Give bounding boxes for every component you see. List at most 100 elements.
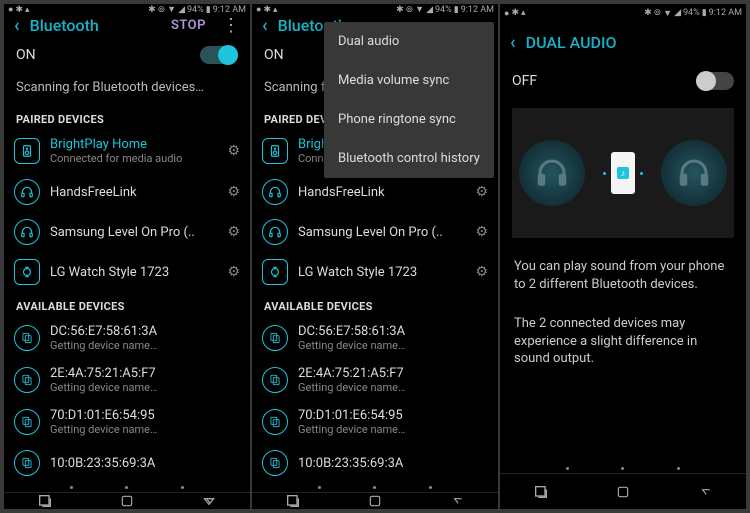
dual-audio-illustration: ♪	[512, 108, 734, 238]
device-name: 10:0B:23:35:69:3A	[50, 456, 240, 471]
nav-bar	[252, 492, 498, 509]
toggle-switch[interactable]	[696, 72, 734, 90]
page-indicator	[500, 464, 746, 473]
screen-dual-audio: ●✱▴ ✱⊚▼◢ 94%▮ 9:12 AM ‹ DUAL AUDIO OFF ♪…	[500, 4, 746, 509]
device-sub: Getting device name…	[50, 339, 240, 352]
available-device[interactable]: 70:D1:01:E6:54:95 Getting device name…	[4, 401, 250, 443]
header: ‹ DUAL AUDIO	[500, 22, 746, 62]
gear-icon[interactable]: ⚙	[227, 224, 240, 240]
status-bar: ●✱▴ ✱⊚▼◢ 94%▮ 9:12 AM	[500, 4, 746, 22]
back-button[interactable]	[416, 493, 498, 509]
page-indicator	[4, 483, 250, 492]
device-name: LG Watch Style 1723	[50, 265, 217, 280]
status-bar: ●✱▴ ✱⊚▼◢ 94%▮ 9:12 AM	[252, 4, 498, 15]
screen-bluetooth-menu: ●✱▴ ✱⊚▼◢ 94%▮ 9:12 AM ‹ Bluetooth ON Sca…	[252, 4, 498, 509]
page-title: DUAL AUDIO	[526, 33, 736, 52]
phone-icon: ♪	[611, 152, 635, 194]
device-icon	[14, 450, 40, 476]
recents-button[interactable]	[4, 493, 86, 509]
available-device[interactable]: 70:D1:01:E6:54:95 Getting device name…	[252, 401, 498, 443]
speaker-icon	[14, 138, 40, 164]
gear-icon[interactable]: ⚙	[475, 184, 488, 200]
back-button[interactable]	[168, 493, 250, 509]
page-indicator	[252, 483, 498, 492]
available-device[interactable]: 10:0B:23:35:69:3A	[252, 443, 498, 483]
device-icon	[14, 325, 40, 351]
back-button[interactable]	[664, 474, 746, 509]
headphone-icon	[519, 140, 585, 206]
home-button[interactable]	[582, 474, 664, 509]
available-device[interactable]: 2E:4A:75:21:A5:F7 Getting device name…	[4, 359, 250, 401]
nav-bar	[500, 473, 746, 509]
status-right: ✱⊚▼◢ 94%▮ 9:12 AM	[148, 4, 246, 15]
device-icon	[262, 450, 288, 476]
device-icon	[262, 325, 288, 351]
paired-device[interactable]: LG Watch Style 1723 ⚙	[4, 252, 250, 292]
menu-item-media-volume-sync[interactable]: Media volume sync	[324, 61, 494, 100]
page-title: Bluetooth	[30, 16, 161, 35]
more-icon[interactable]: ⋮	[216, 15, 240, 36]
gear-icon[interactable]: ⚙	[475, 264, 488, 280]
device-name: 2E:4A:75:21:A5:F7	[50, 366, 240, 381]
watch-icon	[14, 259, 40, 285]
gear-icon[interactable]: ⚙	[227, 143, 240, 159]
device-icon	[262, 367, 288, 393]
status-time: 9:12 AM	[213, 5, 246, 15]
headphone-icon	[661, 140, 727, 206]
available-device[interactable]: DC:56:E7:58:61:3A Getting device name…	[4, 317, 250, 359]
home-button[interactable]	[334, 493, 416, 509]
device-name: Samsung Level On Pro (..	[50, 225, 217, 240]
available-device[interactable]: 10:0B:23:35:69:3A	[4, 443, 250, 483]
gear-icon[interactable]: ⚙	[475, 224, 488, 240]
headset-icon	[14, 219, 40, 245]
recents-button[interactable]	[500, 474, 582, 509]
nav-bar	[4, 492, 250, 509]
bluetooth-toggle-row[interactable]: ON	[4, 36, 250, 74]
device-sub: Connected for media audio	[50, 152, 217, 165]
gear-icon[interactable]: ⚙	[227, 264, 240, 280]
device-name: HandsFreeLink	[50, 185, 217, 200]
toggle-switch[interactable]	[200, 46, 238, 64]
battery-text: 94%	[187, 5, 204, 15]
available-device[interactable]: DC:56:E7:58:61:3A Getting device name…	[252, 317, 498, 359]
back-icon[interactable]: ‹	[510, 32, 516, 53]
overflow-menu: Dual audio Media volume sync Phone ringt…	[324, 22, 494, 178]
device-icon	[14, 367, 40, 393]
device-icon	[262, 409, 288, 435]
paired-device[interactable]: BrightPlay Home Connected for media audi…	[4, 130, 250, 172]
device-sub: Getting device name…	[50, 423, 240, 436]
menu-item-phone-ringtone-sync[interactable]: Phone ringtone sync	[324, 100, 494, 139]
device-name: DC:56:E7:58:61:3A	[50, 324, 240, 339]
status-bar: ●✱▴ ✱⊚▼◢ 94%▮ 9:12 AM	[4, 4, 250, 15]
toggle-label: OFF	[512, 73, 537, 89]
paired-device[interactable]: Samsung Level On Pro (.. ⚙	[252, 212, 498, 252]
paired-header: PAIRED DEVICES	[4, 105, 250, 130]
available-device[interactable]: 2E:4A:75:21:A5:F7 Getting device name…	[252, 359, 498, 401]
home-button[interactable]	[86, 493, 168, 509]
headset-icon	[262, 179, 288, 205]
paired-device[interactable]: HandsFreeLink ⚙	[252, 172, 498, 212]
paired-device[interactable]: LG Watch Style 1723 ⚙	[252, 252, 498, 292]
header: ‹ Bluetooth STOP ⋮	[4, 15, 250, 36]
back-icon[interactable]: ‹	[262, 15, 268, 36]
device-name: BrightPlay Home	[50, 137, 217, 152]
screen-bluetooth: ●✱▴ ✱⊚▼◢ 94%▮ 9:12 AM ‹ Bluetooth STOP ⋮…	[4, 4, 250, 509]
scanning-text: Scanning for Bluetooth devices…	[4, 74, 250, 105]
stop-button[interactable]: STOP	[171, 18, 206, 33]
status-left-icons: ●✱▴	[8, 4, 30, 15]
device-icon	[14, 409, 40, 435]
device-sub: Getting device name…	[50, 381, 240, 394]
recents-button[interactable]	[252, 493, 334, 509]
paired-device[interactable]: HandsFreeLink ⚙	[4, 172, 250, 212]
description-1: You can play sound from your phone to 2 …	[500, 252, 746, 299]
paired-device[interactable]: Samsung Level On Pro (.. ⚙	[4, 212, 250, 252]
back-icon[interactable]: ‹	[14, 15, 20, 36]
gear-icon[interactable]: ⚙	[227, 184, 240, 200]
device-name: 70:D1:01:E6:54:95	[50, 408, 240, 423]
watch-icon	[262, 259, 288, 285]
menu-item-bt-control-history[interactable]: Bluetooth control history	[324, 139, 494, 178]
dual-audio-toggle-row[interactable]: OFF	[500, 62, 746, 100]
toggle-label: ON	[16, 47, 36, 63]
speaker-icon	[262, 138, 288, 164]
menu-item-dual-audio[interactable]: Dual audio	[324, 22, 494, 61]
